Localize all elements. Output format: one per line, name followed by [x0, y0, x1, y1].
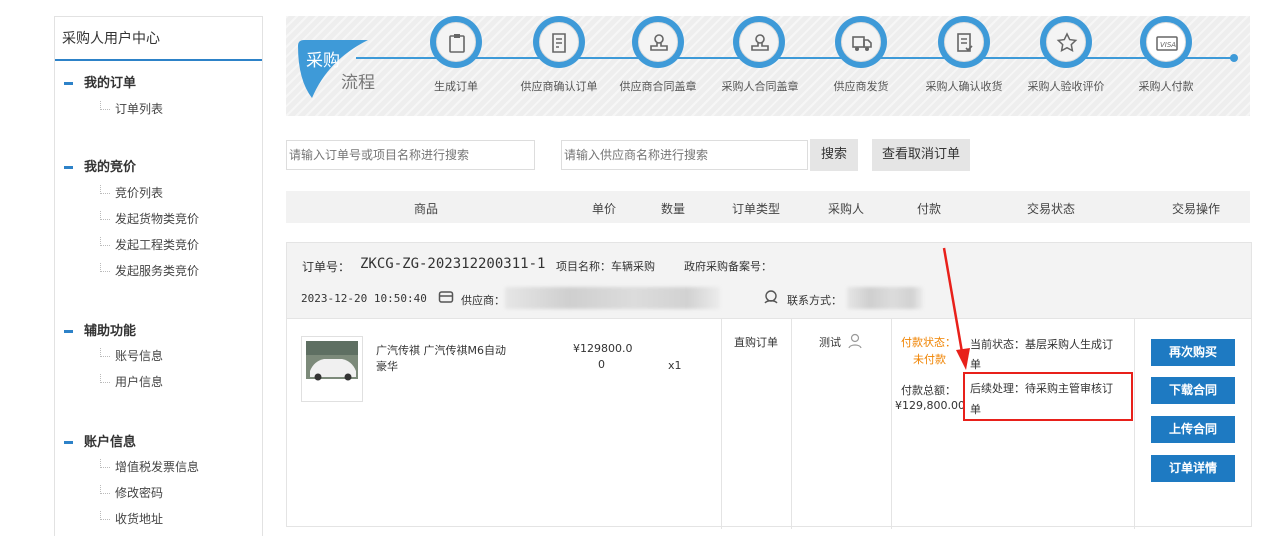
step-label-1: 生成订单	[434, 80, 478, 93]
pay-total-value: ¥129,800.00	[895, 399, 965, 412]
supplier-name-redacted	[505, 287, 720, 309]
stamp-icon	[650, 34, 668, 51]
sidebar-group-tools[interactable]: 辅助功能	[64, 320, 136, 339]
stamp-icon	[751, 34, 769, 51]
sidebar-item-change-password[interactable]: 修改密码	[100, 484, 163, 501]
sidebar-item-account-info[interactable]: 账号信息	[100, 347, 163, 364]
sidebar-item-engineering-bid[interactable]: 发起工程类竞价	[100, 236, 199, 253]
supplier-label: 供应商：	[461, 294, 505, 307]
order-details-button[interactable]: 订单详情	[1151, 455, 1235, 482]
current-status-line1: 当前状态：基层采购人生成订	[970, 338, 1113, 351]
col-quantity: 数量	[660, 202, 686, 216]
sidebar-item-order-list[interactable]: 订单列表	[100, 100, 163, 117]
step-buyer-receive	[938, 16, 990, 68]
minus-icon	[64, 330, 73, 333]
sidebar-item-vat-invoice[interactable]: 增值税发票信息	[100, 458, 199, 475]
col-payment: 付款	[916, 202, 942, 216]
step-generate-order	[430, 16, 482, 68]
search-button[interactable]: 搜索	[810, 139, 858, 171]
unit-price-line2: 0	[598, 358, 605, 371]
order-card-header	[287, 243, 1251, 319]
sidebar-item-goods-bid[interactable]: 发起货物类竞价	[100, 210, 199, 227]
order-search-input[interactable]	[286, 140, 535, 170]
col-trade-status: 交易状态	[1026, 202, 1076, 216]
step-label-4: 采购人合同盖章	[721, 80, 799, 93]
pay-total-label: 付款总额：	[901, 384, 956, 397]
highlight-box	[963, 372, 1133, 421]
order-no-label: 订单号：	[302, 260, 351, 274]
contact-icon	[764, 290, 778, 304]
clipboard-icon	[449, 34, 465, 53]
step-label-7: 采购人验收评价	[1027, 80, 1105, 93]
minus-icon	[64, 82, 73, 85]
step-supplier-confirm	[533, 16, 585, 68]
col-unit-price: 单价	[591, 202, 617, 216]
delivery-truck-icon	[852, 36, 872, 51]
quantity: x1	[668, 359, 682, 372]
col-order-type: 订单类型	[731, 202, 781, 216]
order-table-header: 商品 单价 数量 订单类型 采购人 付款 交易状态 交易操作	[286, 191, 1250, 223]
sidebar-item-bid-list[interactable]: 竞价列表	[100, 184, 163, 201]
order-datetime: 2023-12-20 10:50:40	[301, 292, 427, 305]
step-buyer-stamp	[733, 16, 785, 68]
badge-label-2: 流程	[341, 73, 375, 93]
red-arrow-annotation	[942, 247, 970, 370]
step-label-5: 供应商发货	[833, 80, 889, 93]
download-contract-button[interactable]: 下载合同	[1151, 377, 1235, 404]
sidebar-item-shipping-address[interactable]: 收货地址	[100, 510, 163, 527]
step-supplier-stamp	[632, 16, 684, 68]
view-cancelled-orders-button[interactable]: 查看取消订单	[872, 139, 970, 171]
minus-icon	[64, 166, 73, 169]
sidebar-title: 采购人用户中心	[55, 17, 262, 61]
svg-text:VISA: VISA	[1160, 41, 1176, 49]
badge-label-1: 采购	[306, 51, 340, 71]
store-icon	[438, 291, 454, 303]
sidebar-group-orders[interactable]: 我的订单	[64, 72, 136, 91]
col-buyer: 采购人	[827, 202, 865, 216]
sidebar-item-service-bid[interactable]: 发起服务类竞价	[100, 262, 199, 279]
product-thumbnail[interactable]	[301, 336, 363, 402]
product-name-line2[interactable]: 豪华	[376, 358, 398, 374]
col-product: 商品	[413, 202, 439, 216]
car-image	[306, 341, 358, 381]
project-name: 项目名称：车辆采购	[556, 260, 655, 273]
step-buyer-evaluate	[1040, 16, 1092, 68]
product-name-line1[interactable]: 广汽传祺 广汽传祺M6自动	[376, 342, 506, 358]
buyer-name: 测试	[819, 336, 841, 349]
order-type: 直购订单	[734, 336, 778, 349]
step-label-6: 采购人确认收货	[925, 80, 1003, 93]
sidebar-group-account[interactable]: 账户信息	[64, 431, 136, 450]
supplier-search-input[interactable]	[561, 140, 808, 170]
step-buyer-pay: VISA	[1140, 16, 1192, 68]
step-label-2: 供应商确认订单	[520, 80, 598, 93]
step-label-8: 采购人付款	[1138, 80, 1194, 93]
sidebar-group-bidding[interactable]: 我的竞价	[64, 156, 136, 175]
step-supplier-ship	[835, 16, 887, 68]
sidebar-item-user-info[interactable]: 用户信息	[100, 373, 163, 390]
star-icon	[1056, 32, 1078, 52]
buy-again-button[interactable]: 再次购买	[1151, 339, 1235, 366]
visa-card-icon: VISA	[1156, 36, 1178, 51]
contact-label: 联系方式：	[787, 294, 842, 307]
minus-icon	[64, 441, 73, 444]
upload-contract-button[interactable]: 上传合同	[1151, 416, 1235, 443]
contact-redacted	[847, 287, 923, 309]
user-icon	[848, 333, 862, 349]
document-edit-icon	[552, 33, 566, 53]
step-label-3: 供应商合同盖章	[619, 80, 697, 93]
col-trade-actions: 交易操作	[1171, 202, 1221, 216]
order-no[interactable]: ZKCG-ZG-202312200311-1	[360, 256, 545, 272]
receipt-check-icon	[957, 33, 973, 52]
record-no-label: 政府采购备案号：	[684, 260, 772, 273]
unit-price-line1: ¥129800.0	[573, 342, 633, 355]
